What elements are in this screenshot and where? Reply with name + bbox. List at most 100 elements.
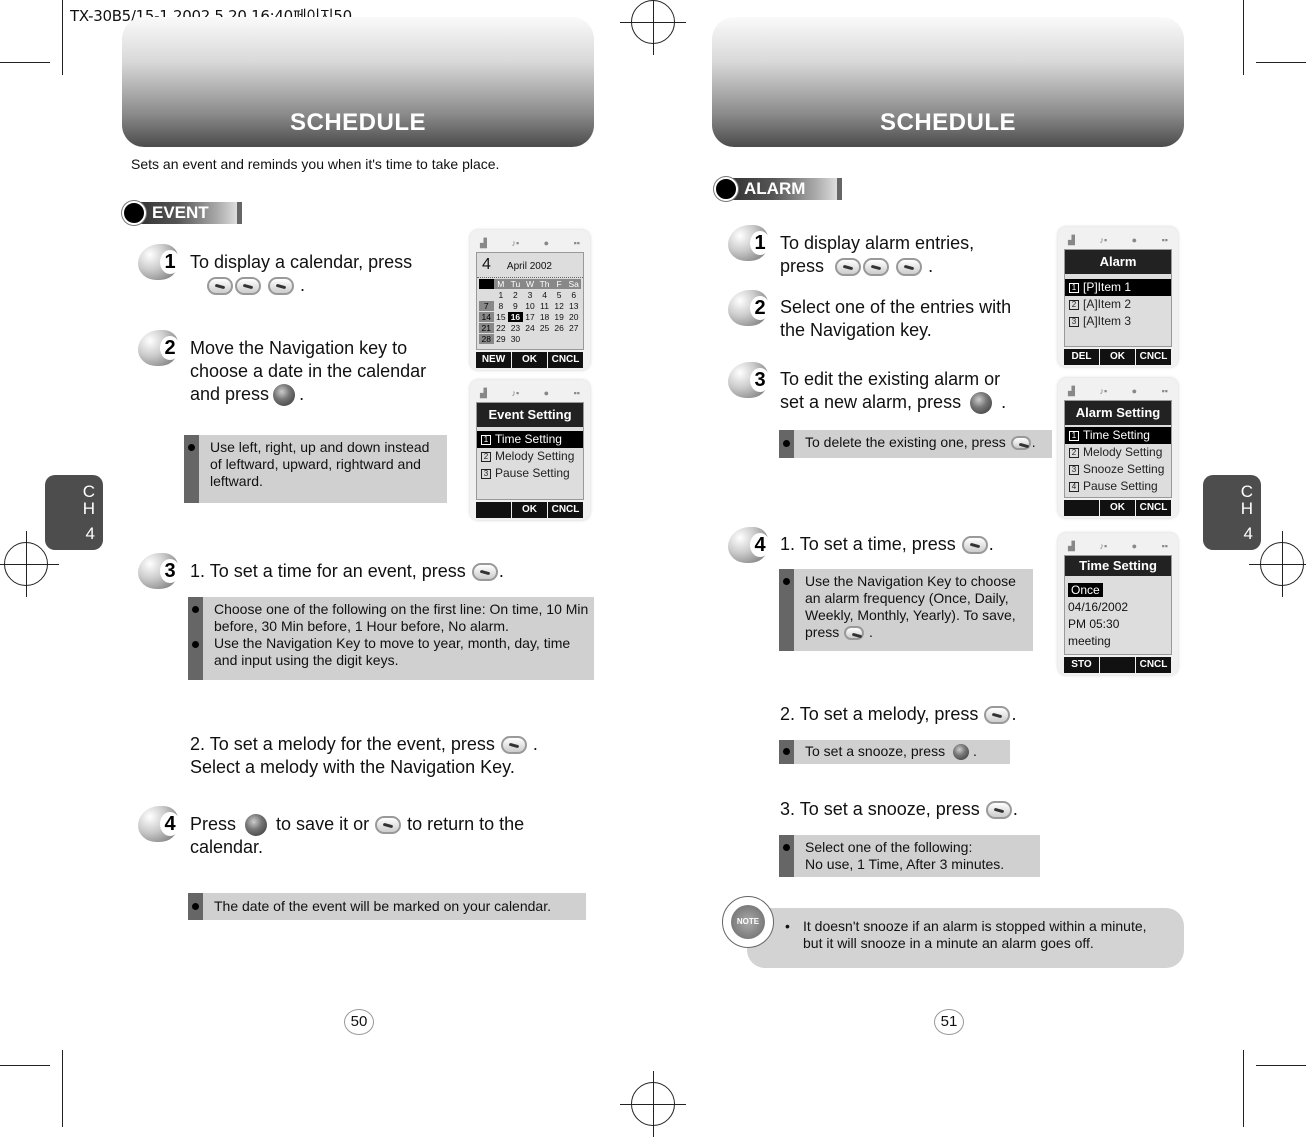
- calendar-day-cell: [523, 334, 538, 344]
- calendar-day-cell[interactable]: 1: [494, 290, 509, 300]
- calendar-day-cell[interactable]: 18: [537, 312, 552, 322]
- calendar-day-cell[interactable]: 12: [552, 301, 567, 311]
- calendar-day-cell[interactable]: 5: [552, 290, 567, 300]
- menu-key-icon: [835, 258, 862, 277]
- page-number: 51: [934, 1009, 964, 1035]
- item-index-icon: 1: [1069, 282, 1079, 293]
- menu-item[interactable]: 2 Melody Setting: [477, 448, 583, 465]
- crop-mark: [1256, 1065, 1306, 1066]
- softkey-ok[interactable]: OK: [512, 502, 547, 518]
- softkey-ok[interactable]: OK: [1100, 349, 1135, 365]
- alarm-step-3-text: To edit the existing alarm or set a new …: [780, 368, 1050, 415]
- calendar-day-cell[interactable]: 25: [537, 323, 552, 333]
- calendar-day-cell[interactable]: 11: [537, 301, 552, 311]
- intro-text: Sets an event and reminds you when it's …: [131, 156, 500, 172]
- softkey-ok[interactable]: OK: [512, 352, 547, 368]
- date-field[interactable]: 04/16/2002: [1068, 599, 1168, 616]
- banner-title: SCHEDULE: [879, 109, 1016, 136]
- softkey-cncl[interactable]: CNCL: [548, 352, 583, 368]
- clear-key-icon: [375, 816, 402, 835]
- menu-item[interactable]: 2 [A]Item 2: [1065, 296, 1171, 313]
- calendar-day-cell: [537, 334, 552, 344]
- section-dot-icon: [122, 201, 146, 225]
- softkey-cncl[interactable]: CNCL: [1136, 500, 1171, 516]
- calendar-day-cell[interactable]: 19: [552, 312, 567, 322]
- calendar-day-cell[interactable]: 17: [523, 312, 538, 322]
- ok-key-icon: [970, 392, 993, 415]
- calendar-day-cell[interactable]: 24: [523, 323, 538, 333]
- bullet-icon: [192, 903, 199, 910]
- note-box-text: • It doesn't snooze if an alarm is stopp…: [785, 918, 1147, 951]
- key-4-icon: [985, 801, 1012, 820]
- softkeys: OK CNCL: [476, 502, 584, 518]
- calendar-day-cell[interactable]: 13: [566, 301, 581, 311]
- calendar-month-year: April 2002: [506, 261, 552, 272]
- menu-item[interactable]: 1 [P]Item 1: [1065, 279, 1171, 296]
- calendar-day-cell[interactable]: 3: [523, 290, 538, 300]
- alarm-step-4-sub-2: 2. To set a melody, press .: [780, 704, 1017, 725]
- calendar-day-cell[interactable]: 21: [479, 323, 494, 333]
- calendar-day-cell[interactable]: 4: [537, 290, 552, 300]
- calendar-day-cell[interactable]: 26: [552, 323, 567, 333]
- calendar-day-cell[interactable]: 29: [494, 334, 509, 344]
- softkey-left[interactable]: [1064, 500, 1099, 516]
- calendar-day-cell[interactable]: 28: [479, 334, 494, 344]
- calendar-day-cell[interactable]: 27: [566, 323, 581, 333]
- menu-item[interactable]: 1 Time Setting: [477, 431, 583, 448]
- note-snooze-press: To set a snooze, press .: [779, 740, 1010, 764]
- softkey-cncl[interactable]: CNCL: [1136, 349, 1171, 365]
- menu-item[interactable]: 2 Melody Setting: [1065, 444, 1171, 461]
- note-delete: To delete the existing one, press .: [779, 430, 1052, 458]
- item-index-icon: 1: [481, 434, 491, 445]
- softkey-sto[interactable]: STO: [1064, 657, 1099, 673]
- menu-item[interactable]: 3 [A]Item 3: [1065, 313, 1171, 330]
- note-event-marked: The date of the event will be marked on …: [188, 893, 586, 920]
- calendar-day-cell[interactable]: 14: [479, 312, 494, 322]
- weekday-header: Th: [537, 279, 552, 289]
- frequency-field[interactable]: Once: [1068, 583, 1103, 597]
- memo-field[interactable]: meeting: [1068, 633, 1168, 650]
- menu-item[interactable]: 3 Pause Setting: [477, 465, 583, 482]
- calendar-day-cell[interactable]: 20: [566, 312, 581, 322]
- softkey-cncl[interactable]: CNCL: [548, 502, 583, 518]
- menu-item[interactable]: 3 Snooze Setting: [1065, 461, 1171, 478]
- softkey-middle[interactable]: [1100, 657, 1135, 673]
- calendar-day-cell[interactable]: 22: [494, 323, 509, 333]
- calendar-day-cell[interactable]: 15: [494, 312, 509, 322]
- softkey-new[interactable]: NEW: [476, 352, 511, 368]
- softkey-del[interactable]: DEL: [1064, 349, 1099, 365]
- bullet-icon: [783, 440, 790, 447]
- menu-item[interactable]: 1 Time Setting: [1065, 427, 1171, 444]
- calendar-day-cell[interactable]: 10: [523, 301, 538, 311]
- item-index-icon: 1: [1069, 430, 1079, 441]
- softkeys: STO CNCL: [1064, 657, 1172, 673]
- calendar-day-cell[interactable]: 23: [508, 323, 523, 333]
- calendar-day-cell[interactable]: 6: [566, 290, 581, 300]
- phone-screen-calendar: ▟ ♪▪ ● ▪▪ 4 April 2002 Su M Tu W Th F Sa 1 2 3 4 5 6 7 8 9…: [470, 230, 590, 370]
- status-bar-icons: ▟ ♪▪ ● ▪▪: [480, 387, 580, 399]
- step-badge-3: 3: [138, 553, 180, 591]
- softkey-ok[interactable]: OK: [1100, 500, 1135, 516]
- softkey-left[interactable]: [476, 502, 511, 518]
- calendar-day-cell[interactable]: 16: [508, 312, 523, 322]
- calendar-day-cell[interactable]: 30: [508, 334, 523, 344]
- alarm-step-4-text: 1. To set a time, press .: [780, 534, 994, 555]
- calendar-day-cell: [479, 290, 494, 300]
- softkeys: NEW OK CNCL: [476, 352, 584, 368]
- weekday-header: W: [522, 279, 538, 289]
- calendar-day-cell[interactable]: 7: [479, 301, 494, 311]
- section-label-event: EVENT: [122, 201, 242, 225]
- item-index-icon: 3: [481, 468, 491, 479]
- menu-item[interactable]: 4 Pause Setting: [1065, 478, 1171, 495]
- menu-key-icon: [1010, 436, 1031, 451]
- time-field[interactable]: PM 05:30: [1068, 616, 1168, 633]
- calendar-day-cell[interactable]: 8: [494, 301, 509, 311]
- calendar-day-cell[interactable]: 9: [508, 301, 523, 311]
- section-title: ALARM: [730, 178, 842, 200]
- note-nav-directions: Use left, right, up and down instead of …: [184, 435, 447, 503]
- calendar-day-cell[interactable]: 2: [508, 290, 523, 300]
- crop-mark: [1256, 62, 1306, 63]
- key-1-icon: [471, 563, 498, 582]
- step-3-sub-2-text: 2. To set a melody for the event, press …: [190, 734, 538, 777]
- softkey-cncl[interactable]: CNCL: [1136, 657, 1171, 673]
